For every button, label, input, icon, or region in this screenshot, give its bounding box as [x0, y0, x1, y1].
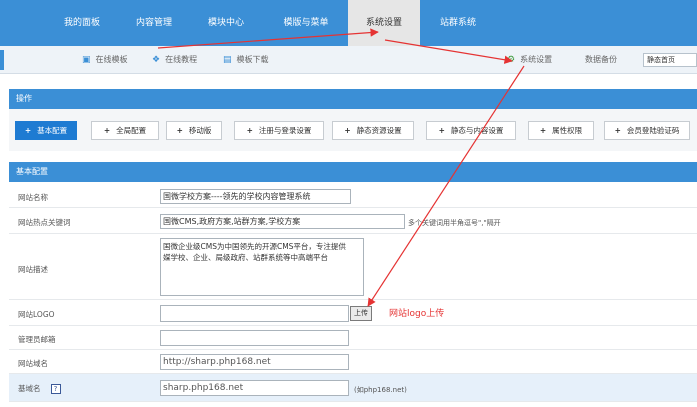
system-settings-link[interactable]: ⚙ 系统设置 — [507, 46, 552, 74]
form-row-admin-email: 管理员邮箱 — [9, 326, 697, 350]
download-icon: ▤ — [223, 55, 232, 65]
keywords-input[interactable]: 国微CMS,政府方案,站群方案,学校方案 — [160, 214, 405, 229]
nav-item-modules[interactable]: 模块中心 — [196, 0, 256, 46]
plus-icon: + — [344, 126, 351, 135]
basic-config-button[interactable]: + 基本配置 — [15, 121, 77, 140]
plus-icon: + — [539, 126, 547, 135]
sidebar-toggle[interactable] — [0, 50, 4, 70]
attribute-permission-button[interactable]: + 属性权限 — [528, 121, 594, 140]
base-domain-input[interactable]: sharp.php168.net — [160, 380, 349, 396]
base-domain-label: 基域名? — [18, 383, 61, 394]
plus-icon: + — [614, 126, 621, 135]
register-login-settings-button[interactable]: + 注册与登录设置 — [234, 121, 324, 140]
mobile-version-button[interactable]: + 移动版 — [166, 121, 222, 140]
online-templates-link[interactable]: ▣ 在线模板 — [82, 46, 128, 74]
basic-config-header: 基本配置 — [9, 162, 697, 182]
admin-email-input[interactable] — [160, 330, 349, 346]
admin-email-label: 管理员邮箱 — [18, 335, 56, 344]
global-config-button[interactable]: + 全局配置 — [91, 121, 159, 140]
top-navigation: 我的面板 内容管理 模块中心 模版与菜单 系统设置 站群系统 — [0, 0, 697, 46]
plus-icon: + — [438, 126, 445, 135]
nav-item-system-settings[interactable]: 系统设置 — [348, 0, 420, 46]
nav-item-my-panel[interactable]: 我的面板 — [52, 0, 112, 46]
domain-label: 网站域名 — [18, 359, 48, 368]
plus-icon: + — [103, 126, 111, 135]
logo-upload-annotation: 网站logo上传 — [389, 309, 445, 319]
static-resource-settings-button[interactable]: + 静态资源设置 — [332, 121, 414, 140]
template-download-link[interactable]: ▤ 模板下载 — [223, 46, 269, 74]
monitor-icon: ▣ — [82, 55, 91, 65]
homepage-select[interactable]: 静态首页 — [643, 53, 697, 67]
plus-icon: + — [176, 126, 183, 135]
sub-toolbar: ▣ 在线模板 ❖ 在线教程 ▤ 模板下载 ⚙ 系统设置 数据备份 静态首页 — [0, 46, 697, 74]
site-name-input[interactable]: 国微学校方案----领先的学校内容管理系统 — [160, 189, 351, 204]
operations-header: 操作 — [9, 89, 697, 109]
book-icon: ❖ — [152, 55, 161, 65]
plus-icon: + — [24, 126, 32, 135]
form-row-site-name: 网站名称 — [9, 184, 697, 208]
online-tutorials-link[interactable]: ❖ 在线教程 — [152, 46, 197, 74]
keywords-hint: 多个关键词用半角逗号","隔开 — [408, 219, 501, 227]
keywords-label: 网站热点关键词 — [18, 218, 71, 227]
static-content-settings-button[interactable]: + 静态与内容设置 — [426, 121, 516, 140]
upload-button[interactable]: 上传 — [350, 306, 372, 321]
member-captcha-button[interactable]: + 会员登陆验证码 — [604, 121, 690, 140]
description-textarea[interactable]: 国微企业级CMS为中国领先的开源CMS平台，专注提供 媒学校、企业、局级政府、站… — [160, 238, 364, 296]
base-domain-hint: (如php168.net) — [354, 386, 407, 394]
site-name-label: 网站名称 — [18, 193, 48, 202]
domain-input[interactable]: http://sharp.php168.net — [160, 354, 349, 370]
nav-item-templates[interactable]: 模版与菜单 — [272, 0, 340, 46]
form-row-base-domain: 基域名? — [9, 374, 697, 402]
logo-label: 网站LOGO — [18, 310, 55, 319]
nav-item-content[interactable]: 内容管理 — [124, 0, 184, 46]
plus-icon: + — [246, 126, 253, 135]
gear-icon: ⚙ — [507, 55, 516, 65]
nav-item-site-group[interactable]: 站群系统 — [428, 0, 488, 46]
form-row-domain: 网站域名 — [9, 350, 697, 374]
data-backup-link[interactable]: 数据备份 — [585, 46, 617, 74]
logo-input[interactable] — [160, 305, 349, 322]
help-icon[interactable]: ? — [50, 384, 61, 394]
description-label: 网站描述 — [18, 265, 48, 274]
